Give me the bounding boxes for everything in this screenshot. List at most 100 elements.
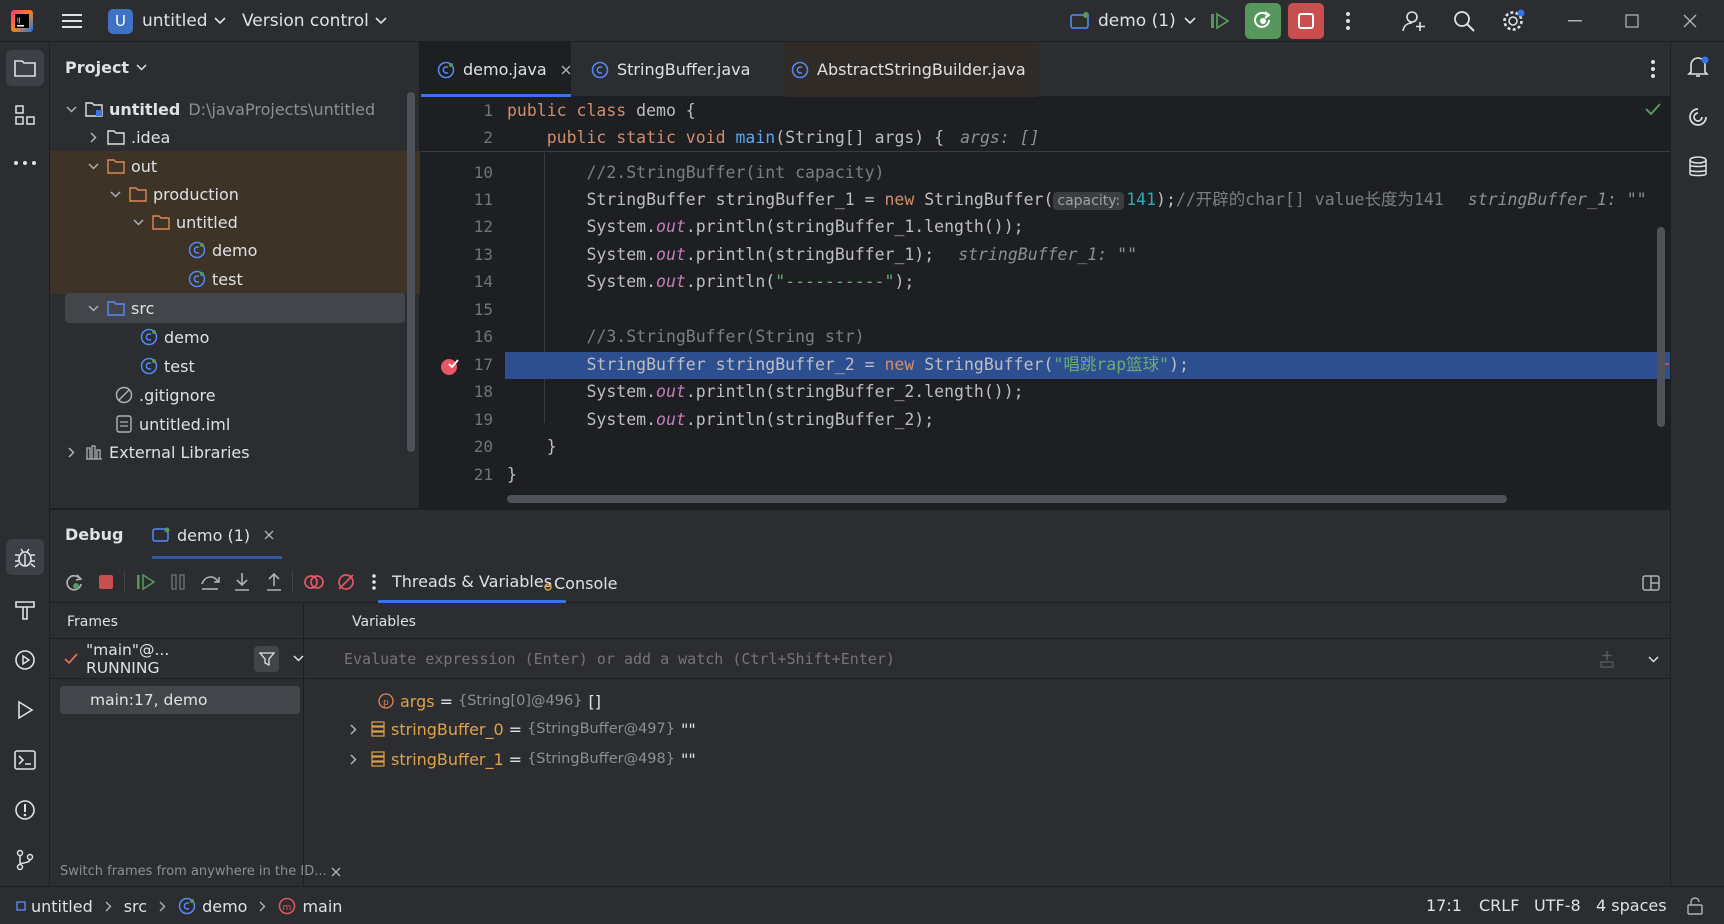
- add-user-icon[interactable]: [1400, 8, 1428, 34]
- debug-panel-title: Debug: [65, 525, 124, 544]
- close-tab-icon[interactable]: [561, 65, 571, 75]
- tree-item-external-libraries[interactable]: External Libraries: [50, 437, 404, 467]
- add-watch-icon[interactable]: [1596, 647, 1618, 671]
- editor-vertical-scrollbar[interactable]: [1657, 227, 1665, 427]
- breadcrumb-item[interactable]: demo: [202, 897, 247, 916]
- mute-breakpoints-icon[interactable]: [332, 568, 360, 596]
- close-tab-icon[interactable]: [264, 530, 274, 540]
- lock-icon[interactable]: [1684, 895, 1706, 917]
- maximize-window-icon[interactable]: [1617, 8, 1647, 34]
- tree-item-src-test[interactable]: test: [50, 351, 404, 381]
- debug-session-tab[interactable]: demo (1): [152, 522, 274, 548]
- notifications-icon[interactable]: [1683, 52, 1713, 82]
- tree-item-out-test[interactable]: test: [50, 264, 420, 294]
- tree-item-src-demo[interactable]: demo: [50, 322, 404, 352]
- code-line-21: }: [507, 465, 517, 484]
- console-icon: [544, 583, 552, 591]
- tab-demo-java[interactable]: demo.java: [421, 42, 571, 97]
- code-editor[interactable]: 1 2 public class demo { public static vo…: [421, 97, 1670, 508]
- line-separator[interactable]: CRLF: [1479, 896, 1519, 915]
- tree-item-idea[interactable]: .idea: [50, 122, 404, 152]
- variable-row[interactable]: p args = {String[0]@496} []: [378, 686, 601, 716]
- pause-icon[interactable]: [164, 568, 192, 596]
- tab-console[interactable]: Console: [544, 563, 618, 603]
- tree-item-out-demo[interactable]: demo: [50, 235, 420, 265]
- stop-button[interactable]: [1288, 3, 1324, 39]
- run-config-selector[interactable]: demo (1): [1070, 7, 1196, 35]
- tree-item-out[interactable]: out: [50, 151, 420, 181]
- project-name: untitled: [142, 11, 208, 31]
- more-actions-icon[interactable]: [1336, 8, 1360, 34]
- tab-stringbuffer-java[interactable]: StringBuffer.java: [591, 42, 750, 97]
- chevron-right-icon[interactable]: [350, 723, 357, 735]
- resume-icon[interactable]: [132, 568, 160, 596]
- main-menu-icon[interactable]: [58, 8, 86, 34]
- tab-options-icon[interactable]: [1643, 56, 1663, 82]
- caret-position[interactable]: 17:1: [1426, 896, 1462, 915]
- tree-item-out-untitled[interactable]: untitled: [50, 207, 420, 237]
- chevron-right-icon[interactable]: [350, 753, 357, 765]
- indent-setting[interactable]: 4 spaces: [1596, 896, 1667, 915]
- structure-tool-icon[interactable]: [10, 100, 40, 130]
- project-tool-icon[interactable]: [6, 50, 44, 86]
- tab-threads-variables[interactable]: Threads & Variables: [378, 563, 567, 603]
- run-tool-icon[interactable]: [10, 695, 40, 725]
- step-over-icon[interactable]: [196, 568, 224, 596]
- excluded-folder-icon: [129, 185, 147, 203]
- database-icon[interactable]: [1683, 152, 1713, 182]
- stop-icon[interactable]: [92, 568, 120, 596]
- step-out-icon[interactable]: [260, 568, 288, 596]
- project-switcher[interactable]: U untitled: [108, 7, 226, 35]
- services-tool-icon[interactable]: [10, 645, 40, 675]
- problems-tool-icon[interactable]: [10, 795, 40, 825]
- code-line-19: System.out.println(stringBuffer_2);: [507, 406, 934, 433]
- terminal-tool-icon[interactable]: [10, 745, 40, 775]
- minimize-window-icon[interactable]: [1560, 8, 1590, 34]
- chevron-down-icon[interactable]: [293, 655, 304, 662]
- layout-settings-icon[interactable]: [1640, 572, 1662, 594]
- chevron-down-icon[interactable]: [1644, 650, 1662, 668]
- frame-item[interactable]: main:17, demo: [60, 686, 300, 714]
- project-panel-header[interactable]: Project: [65, 54, 147, 80]
- tab-abstractstringbuilder-java[interactable]: AbstractStringBuilder.java: [785, 42, 1038, 97]
- close-window-icon[interactable]: [1675, 8, 1705, 34]
- ai-assistant-icon[interactable]: [1683, 102, 1713, 132]
- tree-item-src[interactable]: src: [65, 293, 405, 323]
- build-tool-icon[interactable]: [10, 595, 40, 625]
- tree-item-gitignore[interactable]: .gitignore: [50, 380, 404, 410]
- file-encoding[interactable]: UTF-8: [1534, 896, 1581, 915]
- project-scrollbar[interactable]: [407, 92, 415, 452]
- more-tools-icon[interactable]: [10, 148, 40, 178]
- breadcrumb-item[interactable]: main: [302, 897, 342, 916]
- parameter-hint: capacity:: [1053, 192, 1125, 210]
- tab-label: AbstractStringBuilder.java: [817, 60, 1026, 79]
- tree-item-root[interactable]: untitled D:\javaProjects\untitled: [50, 94, 404, 124]
- no-problems-check-icon[interactable]: [1643, 99, 1663, 119]
- tree-item-production[interactable]: production: [50, 179, 420, 209]
- variable-row[interactable]: stringBuffer_1 = {StringBuffer@498} "": [350, 744, 696, 774]
- resume-program-icon[interactable]: [1206, 8, 1234, 34]
- tree-item-iml[interactable]: untitled.iml: [50, 409, 404, 439]
- frame-label: main:17, demo: [90, 691, 208, 709]
- thread-selector[interactable]: "main"@... RUNNING: [50, 639, 304, 679]
- debug-rerun-button[interactable]: [1245, 3, 1281, 39]
- view-breakpoints-icon[interactable]: [300, 568, 328, 596]
- code-token: .println(: [685, 272, 776, 291]
- step-into-icon[interactable]: [228, 568, 256, 596]
- debug-tool-icon[interactable]: [6, 539, 44, 575]
- line-number: 1: [483, 101, 493, 120]
- variable-row[interactable]: stringBuffer_0 = {StringBuffer@497} "": [350, 714, 696, 744]
- search-icon[interactable]: [1450, 8, 1478, 34]
- rerun-icon[interactable]: [60, 568, 88, 596]
- breadcrumb-item[interactable]: src: [124, 897, 147, 916]
- evaluate-expression-input[interactable]: [344, 646, 1624, 672]
- breadcrumb-item[interactable]: untitled: [31, 897, 93, 916]
- git-tool-icon[interactable]: [10, 845, 40, 875]
- code-line-10: //2.StringBuffer(int capacity): [507, 163, 885, 182]
- vcs-widget[interactable]: Version control: [242, 7, 387, 35]
- settings-gear-icon[interactable]: [1499, 7, 1527, 35]
- editor-horizontal-scrollbar[interactable]: [507, 495, 1507, 503]
- svg-text:IJ: IJ: [17, 17, 21, 24]
- filter-icon[interactable]: [254, 645, 279, 672]
- close-hint-icon[interactable]: [331, 867, 341, 877]
